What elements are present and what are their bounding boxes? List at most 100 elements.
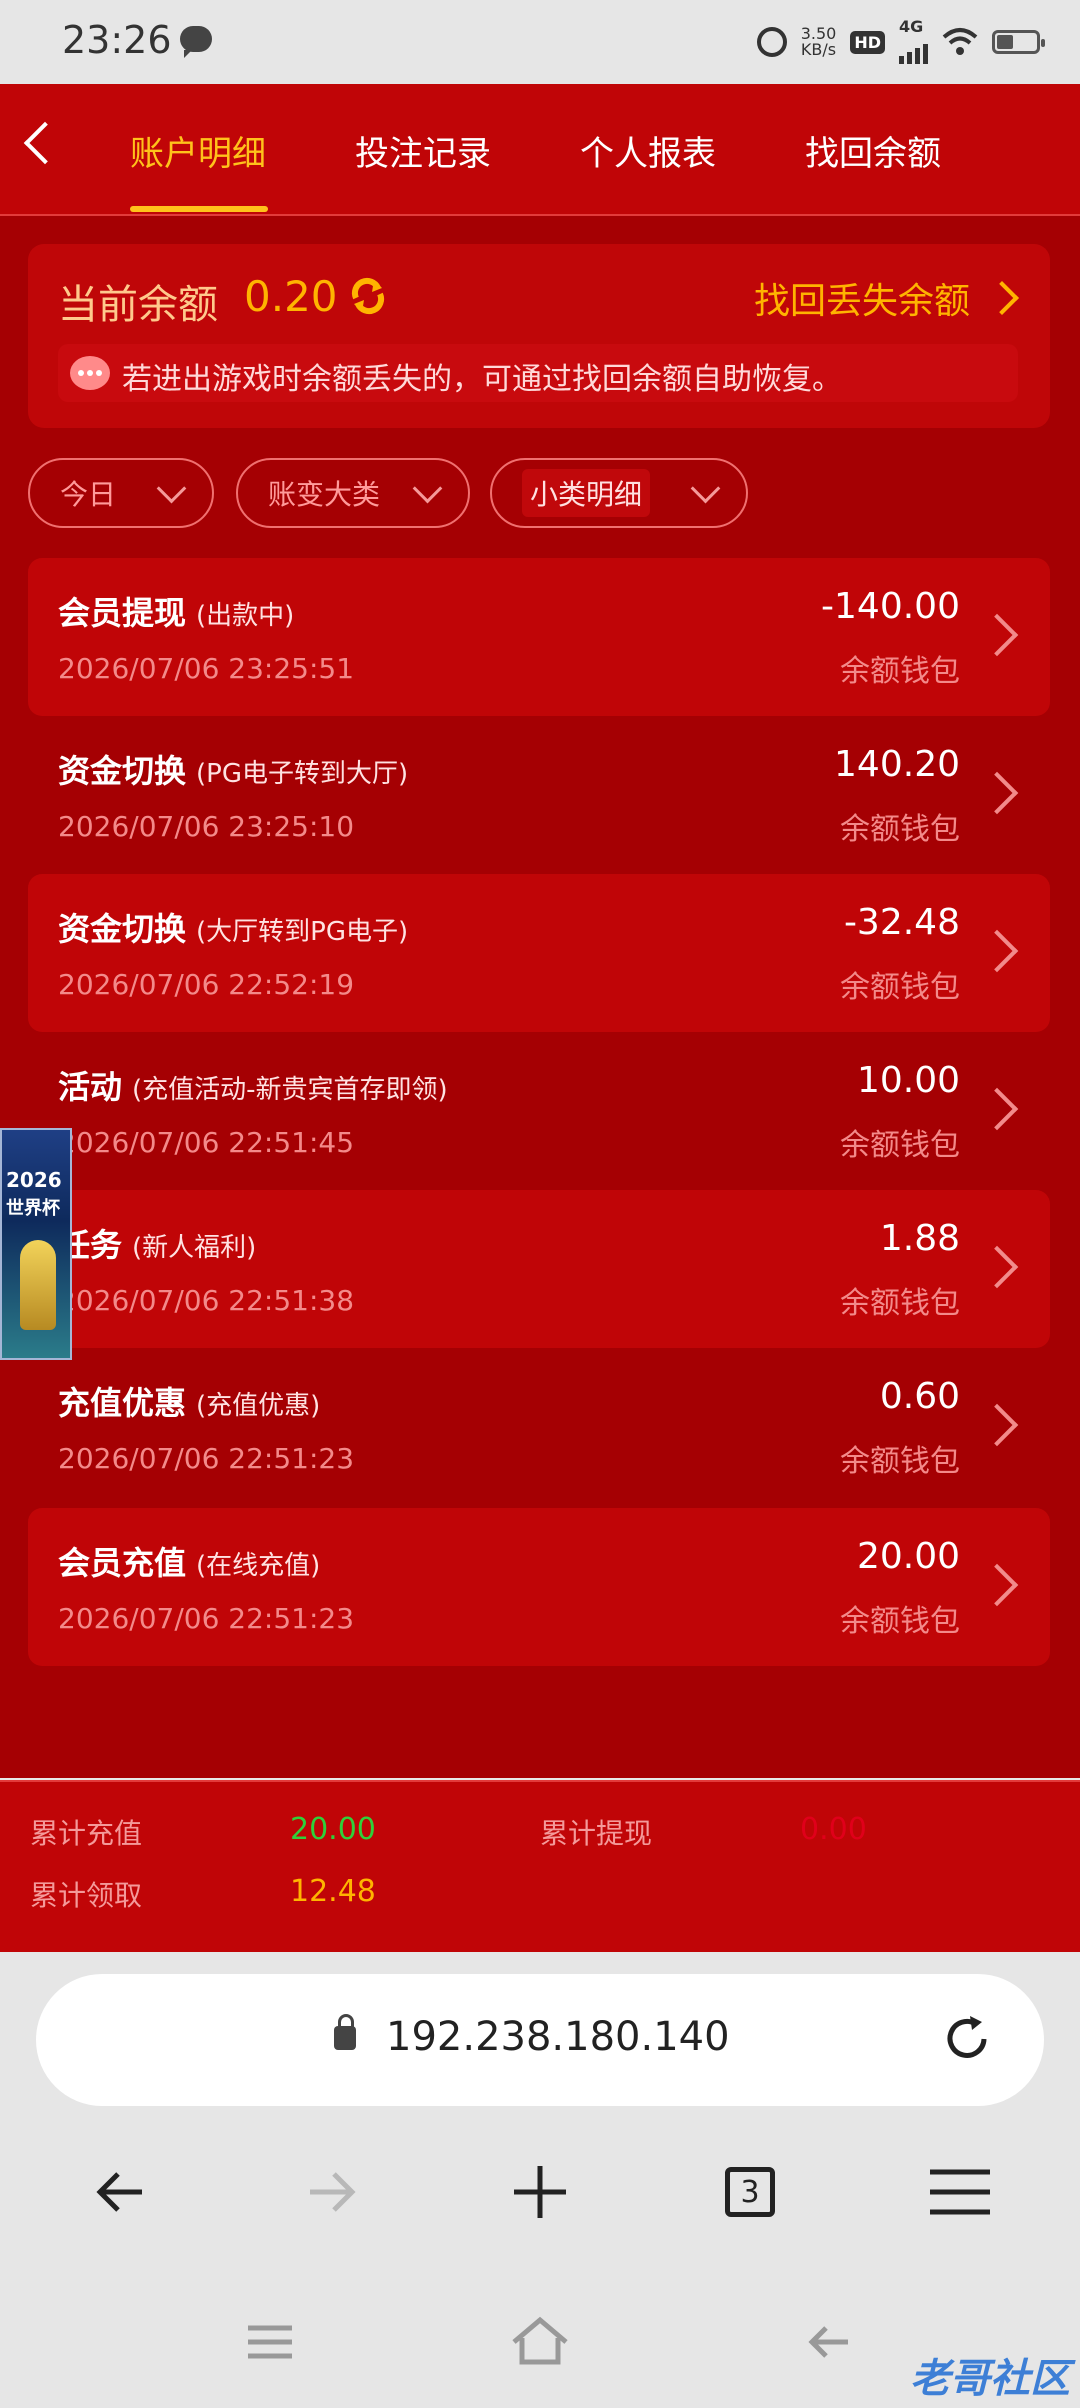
back-icon[interactable] [82, 2152, 162, 2232]
tab-personal-report[interactable]: 个人报表 [580, 126, 716, 175]
transaction-amount: 20.00 [856, 1536, 960, 1577]
total-withdraw-label: 累计提现 [540, 1817, 653, 1850]
world-cup-floating-badge[interactable]: 2026 世界杯 [0, 1128, 72, 1360]
forward-icon[interactable] [290, 2152, 370, 2232]
transaction-row[interactable]: 充值优惠 (充值优惠) 2026/07/06 22:51:23 0.60 余额钱包 [28, 1348, 1050, 1506]
chevron-right-icon [975, 613, 1019, 657]
transaction-row[interactable]: 活动 (充值活动-新贵宾首存即领) 2026/07/06 22:51:45 10.… [28, 1032, 1050, 1190]
transaction-type: 充值优惠 [58, 1384, 187, 1422]
chevron-right-icon [975, 771, 1019, 815]
chevron-right-icon [975, 1245, 1019, 1289]
transaction-row[interactable]: 资金切换 (大厅转到PG电子) 2026/07/06 22:52:19 -32.4… [28, 874, 1050, 1032]
transaction-type: 资金切换 [58, 752, 187, 790]
home-icon[interactable] [508, 2312, 572, 2372]
status-bar: 23:26 3.50 KB/s HD 4G [0, 0, 1080, 84]
badge-text: 世界杯 [6, 1198, 60, 1219]
total-claimed-label: 累计领取 [30, 1879, 143, 1912]
filter-category[interactable]: 账变大类 [236, 458, 470, 528]
transaction-subtype: (新人福利) [132, 1233, 257, 1263]
badge-year: 2026 [6, 1168, 62, 1192]
chat-bubble-icon [70, 356, 110, 390]
transaction-wallet: 余额钱包 [840, 970, 960, 1005]
transaction-wallet: 余额钱包 [840, 1604, 960, 1639]
total-deposit-label: 累计充值 [30, 1817, 143, 1850]
transaction-row[interactable]: 资金切换 (PG电子转到大厅) 2026/07/06 23:25:10 140.2… [28, 716, 1050, 874]
transaction-type: 会员提现 [58, 594, 187, 632]
menu-icon[interactable] [920, 2152, 1000, 2232]
total-claimed-value: 12.48 [290, 1874, 376, 1909]
address-bar[interactable]: 192.238.180.140 [36, 1974, 1044, 2106]
chevron-down-icon [412, 473, 443, 504]
filter-category-label: 账变大类 [268, 478, 381, 511]
network-type: 4G [899, 17, 924, 36]
filter-subcategory-label: 小类明细 [522, 469, 651, 517]
notice-text: 若进出游戏时余额丢失的，可通过找回余额自助恢复。 [122, 362, 842, 397]
transaction-type: 活动 [58, 1068, 123, 1106]
total-withdraw-value: 0.00 [800, 1812, 867, 1847]
url-text[interactable]: 192.238.180.140 [386, 2014, 730, 2060]
transaction-subtype: (在线充值) [196, 1551, 321, 1581]
transaction-title: 资金切换 (PG电子转到大厅) [58, 746, 408, 792]
balance-value: 0.20 [244, 272, 338, 321]
filter-date-label: 今日 [60, 478, 117, 511]
chevron-right-icon [975, 929, 1019, 973]
transaction-row[interactable]: 任务 (新人福利) 2026/07/06 22:51:38 1.88 余额钱包 [28, 1190, 1050, 1348]
transaction-amount: 10.00 [856, 1060, 960, 1101]
transaction-row[interactable]: 会员提现 (出款中) 2026/07/06 23:25:51 -140.00 余额… [28, 558, 1050, 716]
transaction-subtype: (大厅转到PG电子) [196, 917, 409, 947]
tab-account-details[interactable]: 账户明细 [130, 126, 266, 175]
transaction-amount: 140.20 [834, 744, 960, 785]
filter-subcategory[interactable]: 小类明细 [490, 458, 748, 528]
transaction-subtype: (充值活动-新贵宾首存即领) [132, 1075, 448, 1105]
trophy-icon [20, 1240, 56, 1330]
reload-icon[interactable] [940, 2012, 994, 2066]
status-time: 23:26 [62, 18, 172, 62]
transaction-time: 2026/07/06 22:51:23 [58, 1602, 355, 1635]
tab-count: 3 [725, 2167, 775, 2217]
transaction-wallet: 余额钱包 [840, 812, 960, 847]
chevron-down-icon [156, 473, 187, 504]
transaction-wallet: 余额钱包 [840, 654, 960, 689]
tab-recover-balance[interactable]: 找回余额 [805, 126, 941, 175]
balance-card: 当前余额 0.20 找回丢失余额 若进出游戏时余额丢失的，可通过找回余额自助恢复… [28, 244, 1050, 428]
recent-apps-icon[interactable] [240, 2312, 300, 2372]
transaction-amount: 0.60 [879, 1376, 960, 1417]
message-icon [180, 26, 212, 58]
system-back-icon[interactable] [800, 2312, 860, 2372]
recover-link-label: 找回丢失余额 [753, 281, 970, 322]
back-arrow-icon[interactable] [23, 121, 67, 165]
alarm-icon [756, 27, 787, 57]
recover-lost-balance-link[interactable]: 找回丢失余额 [753, 272, 1019, 324]
tabs-button[interactable]: 3 [710, 2152, 790, 2232]
signal-icon: 4G [899, 17, 928, 64]
watermark-logo: 老哥社区 [910, 2356, 1070, 2402]
transaction-time: 2026/07/06 22:52:19 [58, 968, 355, 1001]
filter-date[interactable]: 今日 [28, 458, 214, 528]
chevron-right-icon [985, 281, 1019, 315]
transaction-time: 2026/07/06 22:51:23 [58, 1442, 355, 1475]
lock-icon [334, 2014, 356, 2050]
transaction-title: 会员充值 (在线充值) [58, 1538, 320, 1584]
hd-icon: HD [850, 30, 885, 54]
chevron-right-icon [975, 1563, 1019, 1607]
app-header: 账户明细 投注记录 个人报表 找回余额 [0, 84, 1080, 216]
transaction-wallet: 余额钱包 [840, 1128, 960, 1163]
balance-label: 当前余额 [58, 282, 218, 328]
transaction-time: 2026/07/06 23:25:10 [58, 810, 355, 843]
tab-bet-records[interactable]: 投注记录 [355, 126, 491, 175]
wifi-icon [942, 28, 978, 55]
new-tab-icon[interactable] [500, 2152, 580, 2232]
browser-chrome: 192.238.180.140 3 [0, 1952, 1080, 2408]
status-icons: 3.50 KB/s HD 4G [756, 17, 1045, 64]
chevron-right-icon [975, 1403, 1019, 1447]
transaction-time: 2026/07/06 23:25:51 [58, 652, 355, 685]
refresh-icon[interactable] [348, 276, 388, 316]
transaction-subtype: (PG电子转到大厅) [196, 759, 409, 789]
transaction-title: 资金切换 (大厅转到PG电子) [58, 904, 408, 950]
speed-unit: KB/s [800, 40, 837, 59]
transaction-title: 任务 (新人福利) [58, 1220, 256, 1266]
transaction-amount: 1.88 [879, 1218, 960, 1259]
transaction-row[interactable]: 会员充值 (在线充值) 2026/07/06 22:51:23 20.00 余额钱… [28, 1508, 1050, 1666]
summary-bar: 累计充值 20.00 累计提现 0.00 累计领取 12.48 [0, 1780, 1080, 1954]
total-deposit-value: 20.00 [290, 1812, 376, 1847]
